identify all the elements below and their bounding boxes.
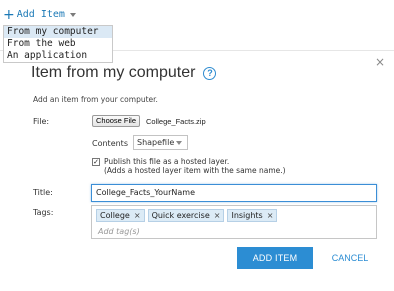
add-item-button[interactable]: ADD ITEM [237,247,313,269]
add-item-label: Add Item [16,9,65,20]
instructions-text: Add an item from your computer. [33,95,158,104]
tags-list: College × Quick exercise × Insights × [96,209,278,222]
add-item-dropdown-button[interactable]: + Add Item [3,6,76,23]
dialog-title: Item from my computer ? [31,64,217,82]
chevron-down-icon [176,141,182,145]
add-tag-input[interactable]: Add tag(s) [98,227,140,236]
tags-label: Tags: [33,208,54,217]
close-icon[interactable]: × [375,56,385,68]
title-input[interactable]: College_Facts_YourName [91,184,377,202]
title-label: Title: [33,188,53,197]
publish-line-2: (Adds a hosted layer item with the same … [104,166,286,175]
chevron-down-icon [69,12,76,17]
contents-label: Contents [92,139,128,148]
contents-select-value: Shapefile [137,138,175,147]
publish-hosted-layer-label: Publish this file as a hosted layer. (Ad… [104,157,286,175]
tag-label: Quick exercise [151,211,210,220]
help-icon[interactable]: ? [203,66,217,80]
cancel-button[interactable]: CANCEL [326,247,374,269]
menu-item-from-the-web[interactable]: From the web [4,38,112,50]
dialog-title-text: Item from my computer [31,64,196,81]
tag-chip: Quick exercise × [147,209,225,222]
menu-item-an-application[interactable]: An application [4,50,112,62]
publish-hosted-layer-checkbox[interactable]: ✓ [92,158,100,166]
tag-chip: College × [96,209,145,222]
tag-chip: Insights × [227,209,278,222]
add-item-menu: From my computer From the web An applica… [3,25,113,63]
choose-file-button[interactable]: Choose File [92,115,141,127]
selected-file-name: College_Facts.zip [146,117,206,126]
remove-tag-icon[interactable]: × [134,210,141,221]
file-label: File: [33,117,50,126]
publish-line-1: Publish this file as a hosted layer. [104,157,230,166]
contents-select[interactable]: Shapefile [133,135,188,150]
remove-tag-icon[interactable]: × [214,210,221,221]
tag-label: College [100,211,130,220]
tags-field[interactable]: College × Quick exercise × Insights × Ad… [91,205,377,239]
plus-icon: + [3,6,15,23]
tag-label: Insights [231,211,263,220]
remove-tag-icon[interactable]: × [267,210,274,221]
menu-item-from-my-computer[interactable]: From my computer [4,26,112,38]
